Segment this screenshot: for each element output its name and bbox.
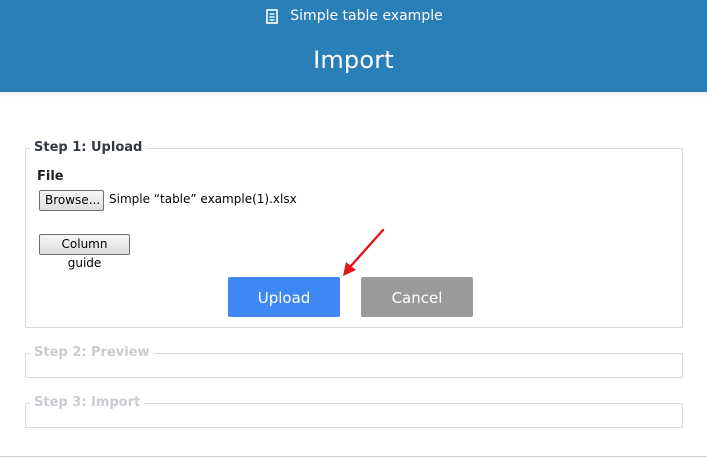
cancel-button[interactable]: Cancel bbox=[361, 277, 473, 317]
file-label: File bbox=[37, 169, 64, 184]
step-import-section: Step 3: Import bbox=[25, 395, 683, 428]
column-guide-button[interactable]: Column guide bbox=[39, 234, 130, 270]
step-preview-section: Step 2: Preview bbox=[25, 345, 683, 378]
browse-button[interactable]: Browse... bbox=[39, 190, 104, 211]
selected-file-name: Simple “table” example(1).xlsx bbox=[109, 192, 297, 206]
page-title: Import bbox=[313, 46, 394, 74]
header-divider bbox=[0, 92, 707, 98]
step-preview-legend: Step 2: Preview bbox=[30, 345, 154, 361]
step-import-legend: Step 3: Import bbox=[30, 395, 145, 411]
document-title-bar: Simple table example bbox=[0, 6, 707, 26]
app-header: Simple table example Import bbox=[0, 0, 707, 92]
document-title: Simple table example bbox=[290, 8, 443, 24]
page-bottom-divider bbox=[0, 456, 707, 457]
step-upload-section: Step 1: Upload File Browse... Simple “ta… bbox=[25, 140, 683, 328]
document-icon bbox=[264, 8, 280, 24]
upload-button[interactable]: Upload bbox=[228, 277, 340, 317]
step-upload-legend: Step 1: Upload bbox=[30, 140, 147, 156]
